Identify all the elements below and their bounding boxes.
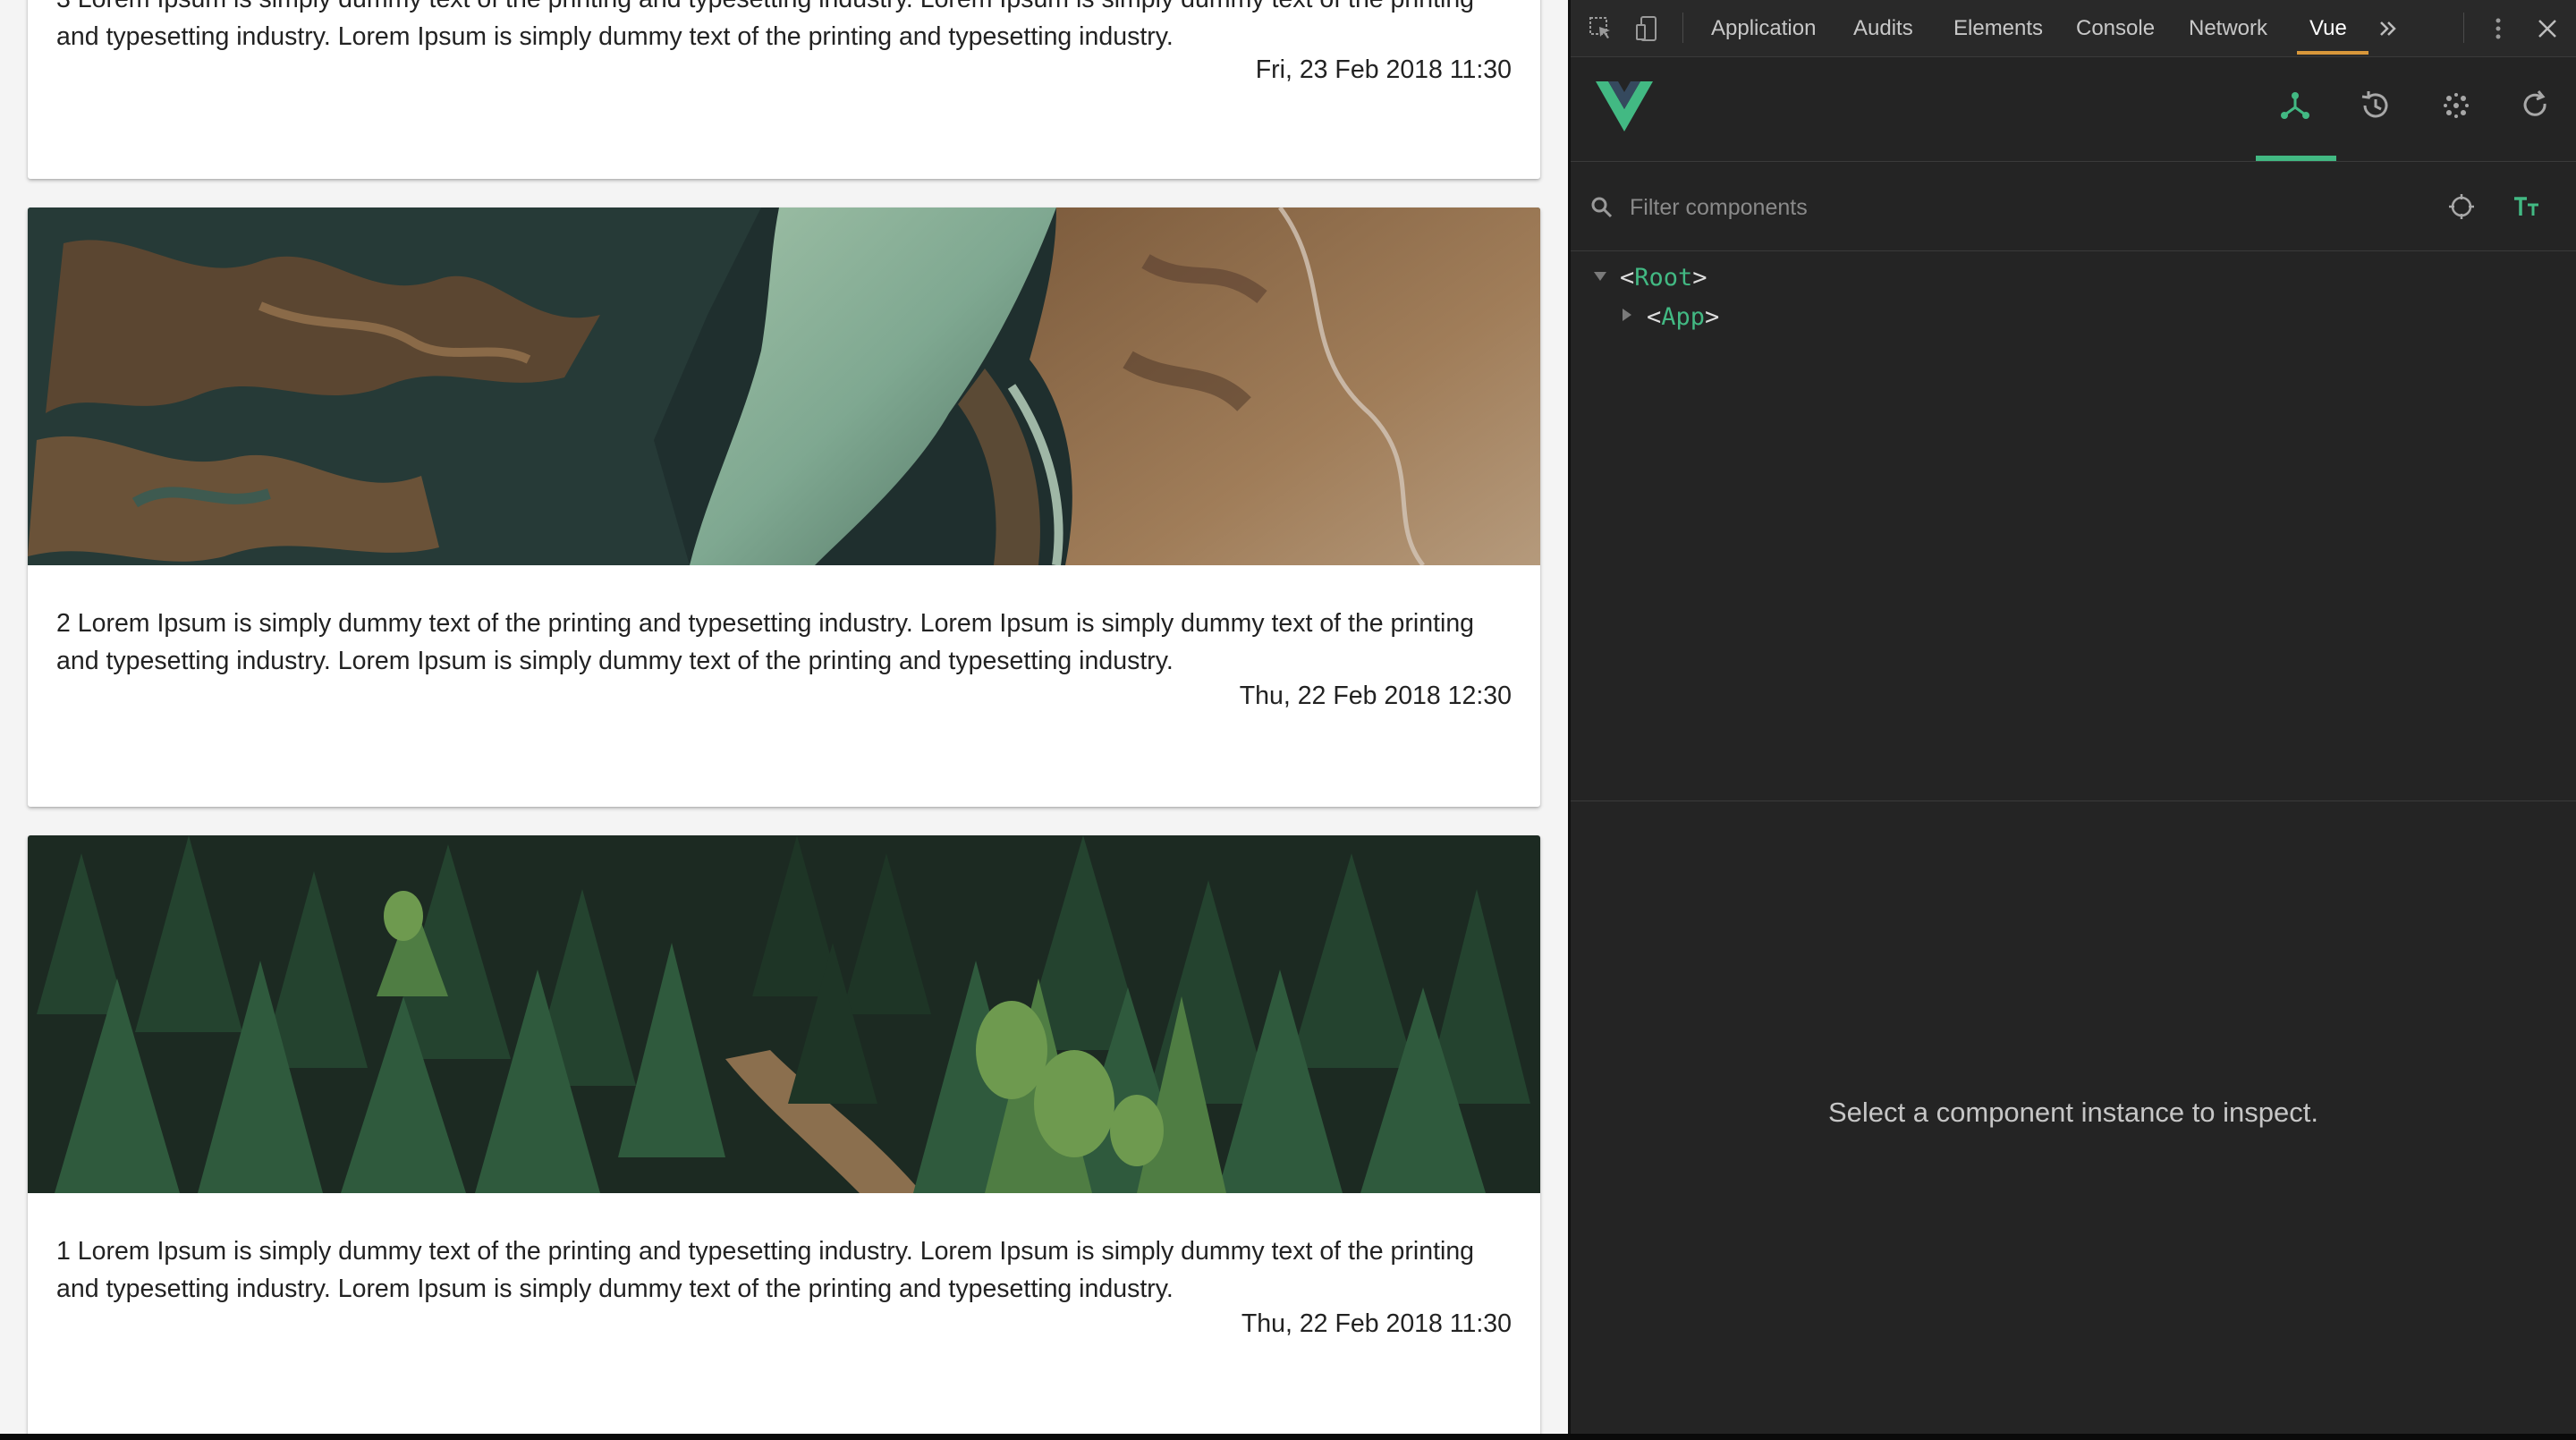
post-text: 3 Lorem Ipsum is simply dummy text of th… [56, 0, 1474, 51]
devtools-toolbar: Application Audits Elements Console Netw… [1571, 0, 2576, 57]
post-image-river [28, 208, 1540, 565]
post-text: 1 Lorem Ipsum is simply dummy text of th… [56, 1237, 1475, 1303]
close-icon[interactable] [2533, 14, 2562, 43]
tag-open: < [1620, 264, 1635, 292]
tag-open: < [1647, 303, 1662, 331]
vuex-history-icon[interactable] [2358, 88, 2394, 123]
format-component-names-icon[interactable] [2512, 192, 2542, 221]
more-tabs-icon[interactable] [2374, 14, 2402, 43]
tag-close: > [1705, 303, 1720, 331]
post-card: 2 Lorem Ipsum is simply dummy text of th… [28, 208, 1540, 807]
post-date: Thu, 22 Feb 2018 11:30 [1241, 1309, 1512, 1338]
component-name: App [1661, 303, 1706, 331]
tree-node-root[interactable]: <Root> [1620, 262, 1707, 294]
post-card-body: 1 Lorem Ipsum is simply dummy text of th… [28, 1193, 1540, 1434]
toolbar-separator [1682, 13, 1683, 43]
events-icon[interactable] [2438, 88, 2474, 123]
inspect-element-icon[interactable] [1587, 14, 1615, 43]
filter-components-input[interactable] [1628, 189, 2347, 226]
tag-close: > [1692, 264, 1707, 292]
components-icon[interactable] [2277, 88, 2313, 123]
tab-network[interactable]: Network [2189, 0, 2267, 56]
tab-application[interactable]: Application [1711, 0, 1816, 56]
app-page: 3 Lorem Ipsum is simply dummy text of th… [0, 0, 1568, 1434]
select-component-crosshair-icon[interactable] [2447, 192, 2476, 221]
post-date: Fri, 23 Feb 2018 11:30 [1255, 55, 1512, 84]
expanded-arrow-icon[interactable] [1594, 272, 1606, 281]
toolbar-separator [2463, 13, 2464, 43]
filter-bar [1571, 162, 2576, 251]
kebab-menu-icon[interactable] [2484, 14, 2512, 43]
tree-node-app[interactable]: <App> [1647, 301, 1719, 334]
window-bottom-edge [0, 1434, 2576, 1440]
post-card-body: 2 Lorem Ipsum is simply dummy text of th… [28, 565, 1540, 807]
component-tree: <Root> <App> [1571, 251, 2576, 801]
post-card: 1 Lorem Ipsum is simply dummy text of th… [28, 835, 1540, 1434]
devtools-panel: Application Audits Elements Console Netw… [1568, 0, 2576, 1434]
post-card-body: 3 Lorem Ipsum is simply dummy text of th… [28, 0, 1540, 179]
search-icon [1591, 197, 1613, 218]
tab-audits[interactable]: Audits [1853, 0, 1913, 56]
tab-elements[interactable]: Elements [1953, 0, 2043, 56]
post-card: 3 Lorem Ipsum is simply dummy text of th… [28, 0, 1540, 179]
post-image-forest [28, 835, 1540, 1193]
device-toolbar-icon[interactable] [1633, 14, 1662, 43]
tab-console[interactable]: Console [2076, 0, 2155, 56]
vue-devtools-header [1571, 57, 2576, 162]
vue-logo [1596, 81, 1653, 131]
active-tab-indicator [2297, 51, 2368, 55]
inspector-empty-message: Select a component instance to inspect. [1828, 1097, 2318, 1128]
post-date: Thu, 22 Feb 2018 12:30 [1239, 682, 1512, 710]
collapsed-arrow-icon[interactable] [1623, 309, 1631, 321]
component-name: Root [1634, 264, 1693, 292]
refresh-icon[interactable] [2517, 88, 2553, 123]
post-text: 2 Lorem Ipsum is simply dummy text of th… [56, 609, 1475, 675]
active-nav-indicator [2256, 156, 2336, 161]
tab-vue[interactable]: Vue [2309, 0, 2347, 56]
